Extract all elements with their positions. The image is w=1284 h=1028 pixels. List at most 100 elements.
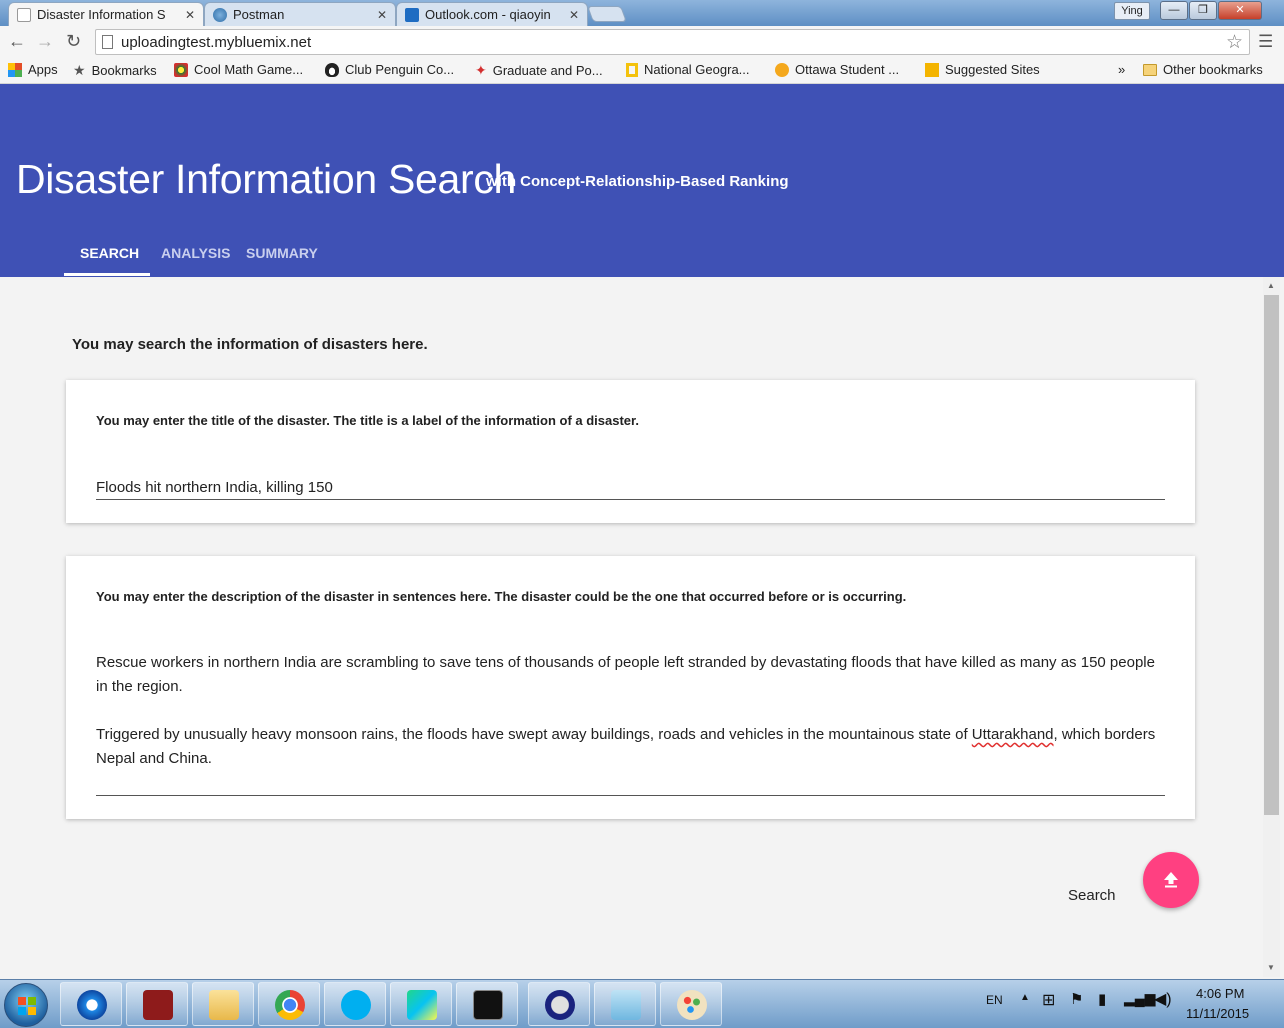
penguin-icon: [325, 62, 339, 77]
bookmark-national-geographic[interactable]: National Geogra...: [626, 62, 750, 77]
back-arrow-icon[interactable]: ←: [8, 31, 26, 52]
bookmarks-bar: Apps ★ Bookmarks Cool Math Game... Club …: [0, 58, 1284, 84]
collins-dictionary-icon: [143, 990, 173, 1020]
maximize-button[interactable]: ❐: [1189, 1, 1217, 20]
windows-tray-icon[interactable]: ⊞: [1042, 990, 1055, 1010]
tab-postman[interactable]: Postman ✕: [204, 2, 396, 26]
description-card: You may enter the description of the dis…: [66, 556, 1195, 819]
star-icon: ★: [73, 62, 86, 78]
taskbar-skype[interactable]: [324, 982, 386, 1026]
battery-icon[interactable]: ▮: [1098, 990, 1106, 1008]
chrome-icon: [275, 990, 305, 1020]
app-header: Disaster Information Search with Concept…: [0, 84, 1284, 277]
internet-explorer-icon: [77, 990, 107, 1020]
natgeo-icon: [626, 62, 638, 77]
search-intro-text: You may search the information of disast…: [72, 336, 428, 353]
taskbar-internet-explorer[interactable]: [60, 982, 122, 1026]
taskbar-webstorm[interactable]: [390, 982, 452, 1026]
bookmark-apps[interactable]: Apps: [8, 62, 58, 77]
file-explorer-icon: [209, 990, 239, 1020]
bookmark-ottawa-student[interactable]: Ottawa Student ...: [775, 62, 899, 77]
menu-icon[interactable]: ☰: [1258, 32, 1273, 52]
page-scrollbar[interactable]: ▲ ▼: [1263, 277, 1280, 977]
taskbar-chrome[interactable]: [258, 982, 320, 1026]
title-input[interactable]: Floods hit northern India, killing 150: [96, 476, 1165, 500]
tab-close-icon[interactable]: ✕: [569, 8, 579, 22]
description-field-label: You may enter the description of the dis…: [96, 589, 907, 604]
tab-label: Disaster Information S: [37, 7, 166, 22]
bookmark-label: Bookmarks: [91, 63, 157, 78]
bookmark-suggested-sites[interactable]: Suggested Sites: [925, 62, 1040, 77]
close-window-button[interactable]: ✕: [1218, 1, 1262, 20]
tab-analysis[interactable]: ANALYSIS: [161, 245, 231, 261]
description-input[interactable]: Rescue workers in northern India are scr…: [96, 651, 1165, 771]
smiley-icon: [775, 62, 789, 77]
postman-icon: [213, 7, 227, 22]
search-upload-button[interactable]: [1143, 852, 1199, 908]
bing-icon: [925, 62, 939, 77]
bookmark-label: Ottawa Student ...: [795, 62, 900, 77]
action-center-flag-icon[interactable]: ⚑: [1070, 990, 1083, 1008]
tab-summary[interactable]: SUMMARY: [246, 245, 318, 261]
taskbar-collins-dictionary[interactable]: [126, 982, 188, 1026]
upload-arrow-icon: [1164, 872, 1178, 888]
description-input-underline: [96, 795, 1165, 796]
coolmath-icon: [174, 62, 188, 77]
scrollbar-thumb[interactable]: [1264, 295, 1279, 815]
bookmark-cool-math[interactable]: Cool Math Game...: [174, 62, 303, 77]
reload-icon[interactable]: ↻: [66, 31, 81, 52]
command-prompt-icon: [473, 990, 503, 1020]
clock-date[interactable]: 11/11/2015: [1186, 1006, 1249, 1021]
page-title: Disaster Information Search: [16, 156, 517, 202]
clock-time[interactable]: 4:06 PM: [1196, 986, 1244, 1001]
new-tab-button[interactable]: [587, 6, 627, 22]
page-icon: [17, 7, 31, 22]
title-field-label: You may enter the title of the disaster.…: [96, 413, 639, 428]
text-span: Triggered by unusually heavy monsoon rai…: [96, 726, 972, 743]
windows-taskbar: EN ▲ ⊞ ⚑ ▮ ▂▄▆ ◀) 4:06 PM 11/11/2015: [0, 979, 1284, 1028]
network-signal-icon[interactable]: ▂▄▆: [1124, 990, 1155, 1007]
tab-disaster-information[interactable]: Disaster Information S ✕: [8, 2, 204, 26]
bookmark-label: Club Penguin Co...: [345, 62, 455, 77]
profile-button[interactable]: Ying: [1114, 2, 1150, 20]
bookmarks-overflow-button[interactable]: »: [1118, 62, 1125, 77]
start-button[interactable]: [4, 983, 48, 1027]
minimize-button[interactable]: —: [1160, 1, 1188, 20]
bookmark-other-bookmarks[interactable]: Other bookmarks: [1143, 62, 1263, 77]
bookmark-club-penguin[interactable]: Club Penguin Co...: [325, 62, 454, 77]
bookmark-star-icon[interactable]: ☆: [1226, 31, 1243, 54]
bookmark-bookmarks[interactable]: ★ Bookmarks: [73, 62, 157, 79]
address-bar[interactable]: uploadingtest.mybluemix.net ☆: [95, 29, 1250, 55]
browser-toolbar: ← → ↻ uploadingtest.mybluemix.net ☆ ☰: [0, 26, 1284, 58]
scroll-down-arrow-icon[interactable]: ▼: [1267, 963, 1275, 972]
language-indicator[interactable]: EN: [986, 993, 1003, 1007]
bookmark-label: Suggested Sites: [945, 62, 1040, 77]
bookmark-graduate[interactable]: ✦ Graduate and Po...: [475, 62, 603, 79]
taskbar-command-prompt[interactable]: [456, 982, 518, 1026]
scroll-up-arrow-icon[interactable]: ▲: [1267, 281, 1275, 290]
windows-logo-icon: [18, 997, 36, 1015]
show-hidden-icons-icon[interactable]: ▲: [1020, 992, 1030, 1003]
description-paragraph: Triggered by unusually heavy monsoon rai…: [96, 723, 1165, 771]
folder-icon: [1143, 63, 1157, 76]
tab-close-icon[interactable]: ✕: [377, 8, 387, 22]
active-tab-indicator: [64, 273, 150, 276]
bookmark-label: National Geogra...: [644, 62, 750, 77]
description-paragraph: Rescue workers in northern India are scr…: [96, 654, 1155, 695]
bookmark-label: Other bookmarks: [1163, 62, 1263, 77]
apps-grid-icon: [8, 62, 22, 77]
url-text: uploadingtest.mybluemix.net: [121, 34, 312, 51]
page-subtitle: with Concept-Relationship-Based Ranking: [486, 173, 789, 190]
tab-label: Outlook.com - qiaoyin: [425, 7, 551, 22]
taskbar-paint[interactable]: [660, 982, 722, 1026]
taskbar-file-explorer[interactable]: [192, 982, 254, 1026]
forward-arrow-icon[interactable]: →: [36, 31, 54, 52]
search-label: Search: [1068, 887, 1116, 904]
bookmark-label: Graduate and Po...: [492, 63, 603, 78]
tab-search[interactable]: SEARCH: [80, 245, 139, 261]
tab-close-icon[interactable]: ✕: [185, 8, 195, 22]
tab-outlook[interactable]: Outlook.com - qiaoyin ✕: [396, 2, 588, 26]
volume-icon[interactable]: ◀): [1154, 989, 1172, 1009]
taskbar-notepad[interactable]: [594, 982, 656, 1026]
taskbar-lock-app[interactable]: [528, 982, 590, 1026]
